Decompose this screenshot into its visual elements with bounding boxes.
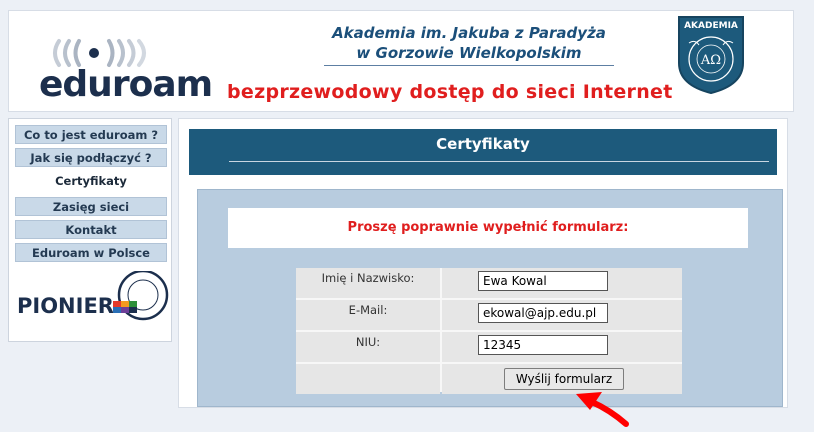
value-cell-full-name: Ewa Kowal (442, 268, 682, 298)
sidebar-item-eduroam-poland[interactable]: Eduroam w Polsce (15, 243, 167, 262)
label-niu: NIU: (296, 332, 440, 362)
institution-underline (324, 65, 614, 66)
logo-word-edu: edu (39, 64, 113, 105)
academy-emblem-icon: AKADEMIA AΩ (673, 13, 749, 95)
logo-word-roam: roam (111, 64, 213, 105)
value-cell-email: ekowal@ajp.edu.pl (442, 300, 682, 330)
sidebar-item-about[interactable]: Co to jest eduroam ? (15, 125, 167, 144)
title-underline (229, 161, 769, 162)
niu-input[interactable]: 12345 (478, 335, 608, 355)
institution-line-2: w Gorzowie Wielkopolskim (356, 44, 582, 62)
label-full-name: Imię i Nazwisko: (296, 268, 440, 298)
sidebar-item-coverage[interactable]: Zasięg sieci (15, 197, 167, 216)
page-title: Certyfikaty (436, 135, 530, 153)
emblem-title: AKADEMIA (684, 21, 738, 31)
sidebar-item-certificates[interactable]: Certyfikaty (15, 171, 167, 190)
emblem-symbols: AΩ (700, 53, 721, 68)
full-name-input[interactable]: Ewa Kowal (478, 271, 608, 291)
page-title-bar: Certyfikaty (189, 129, 777, 175)
red-arrow-icon (568, 374, 648, 428)
site-tagline: bezprzewodowy dostęp do sieci Internet (227, 81, 673, 103)
empty-label-cell (296, 364, 440, 394)
institution-name: Akademia im. Jakuba z Paradyża w Gorzowi… (259, 23, 679, 66)
pionier-logo-icon[interactable]: PIONIER (15, 269, 171, 331)
sidebar-item-contact[interactable]: Kontakt (15, 220, 167, 239)
label-email: E-Mail: (296, 300, 440, 330)
site-header: eduroam Akademia im. Jakuba z Paradyża w… (8, 10, 794, 112)
form-panel: Proszę poprawnie wypełnić formularz: Imi… (197, 189, 783, 407)
main-content: Certyfikaty Proszę poprawnie wypełnić fo… (178, 118, 788, 408)
sidebar-item-how-to-connect[interactable]: Jak się podłączyć ? (15, 148, 167, 167)
value-cell-niu: 12345 (442, 332, 682, 362)
email-input[interactable]: ekowal@ajp.edu.pl (478, 303, 608, 323)
sidebar-nav: Co to jest eduroam ? Jak się podłączyć ?… (8, 118, 172, 342)
eduroam-logo-icon[interactable]: eduroam (39, 31, 219, 111)
form-error-message: Proszę poprawnie wypełnić formularz: (347, 220, 629, 235)
message-box: Proszę poprawnie wypełnić formularz: (228, 208, 748, 248)
pionier-wordmark: PIONIER (17, 294, 114, 318)
institution-line-1: Akademia im. Jakuba z Paradyża (332, 24, 606, 42)
